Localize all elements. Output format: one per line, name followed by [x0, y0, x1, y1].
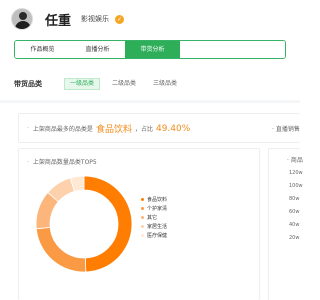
- chart-title: · 上架商品数量品类TOP5: [27, 157, 97, 166]
- legend-swatch: [141, 216, 144, 219]
- donut-slice-personal-care[interactable]: [35, 226, 87, 273]
- avatar[interactable]: [11, 8, 33, 30]
- top-category-summary: · 上架商品最多的品类是 食品饮料 ，占比 49.40%: [27, 122, 191, 136]
- live-sales-title: 直播销售: [275, 126, 300, 133]
- level1-category-chip[interactable]: 一级品类: [64, 78, 101, 90]
- legend-label: 个护家清: [147, 206, 168, 212]
- product-chart-title-text: 商品: [290, 157, 303, 164]
- donut-slice-food-beverage[interactable]: [83, 175, 133, 273]
- legend-label: 食品饮料: [147, 197, 168, 203]
- legend-swatch: [141, 225, 144, 228]
- legend-item[interactable]: 家居生活: [141, 222, 167, 231]
- live-sales-summary: · 直播销售: [272, 124, 300, 133]
- product-chart-title: · 商品: [287, 155, 303, 164]
- summary-mid: ，占比: [134, 126, 153, 133]
- tab-sales-analysis[interactable]: 带货分析: [125, 41, 180, 58]
- profile-name: 任重: [45, 13, 72, 29]
- profile-header: 任重 影视娱乐 ✓: [11, 6, 125, 32]
- top-category-name: 食品饮料: [95, 125, 132, 135]
- legend-swatch: [141, 207, 144, 210]
- level3-category-chip[interactable]: 三级品类: [148, 78, 182, 90]
- tab-bar: 作品概览 直播分析 带货分析: [14, 40, 286, 59]
- tab-bar-filler: [180, 41, 285, 58]
- y-tick-label: 120w: [289, 170, 303, 176]
- category-tag: 影视娱乐: [81, 15, 110, 23]
- y-tick-label: 100w: [289, 183, 303, 189]
- category-chart-panel: · 上架商品数量品类TOP5 食品饮料个护家清其它家居生活医疗保健: [18, 148, 260, 300]
- legend-label: 其它: [147, 215, 158, 221]
- bullet-icon: ·: [27, 159, 29, 166]
- category-filter-title: 带货品类: [14, 80, 42, 88]
- y-tick-label: 20w: [289, 235, 300, 241]
- category-donut-chart: [35, 175, 133, 273]
- legend-swatch: [141, 198, 144, 201]
- legend-label: 家居生活: [147, 224, 168, 230]
- summary-prefix: 上架商品最多的品类是: [32, 126, 93, 133]
- chart-title-text: 上架商品数量品类TOP5: [32, 159, 97, 166]
- tab-works-overview[interactable]: 作品概览: [15, 41, 70, 58]
- legend-label: 医疗保健: [147, 233, 168, 239]
- y-tick-label: 60w: [289, 209, 300, 215]
- legend-swatch: [141, 234, 144, 237]
- section-divider: [0, 100, 300, 103]
- y-tick-label: 80w: [289, 196, 300, 202]
- summary-panel: · 上架商品最多的品类是 食品饮料 ，占比 49.40% · 直播销售: [18, 113, 300, 143]
- top-category-percent: 49.40%: [155, 123, 191, 134]
- legend-item[interactable]: 其它: [141, 213, 167, 222]
- legend-item[interactable]: 医疗保健: [141, 231, 167, 240]
- bullet-icon: ·: [27, 125, 29, 132]
- check-badge-icon: ✓: [115, 14, 125, 24]
- tab-live-analysis[interactable]: 直播分析: [70, 41, 125, 58]
- legend-item[interactable]: 食品饮料: [141, 195, 167, 204]
- y-tick-label: 40w: [289, 222, 300, 228]
- category-filter: 带货品类 一级品类 二级品类 三级品类: [14, 77, 189, 91]
- chart-legend: 食品饮料个护家清其它家居生活医疗保健: [141, 195, 167, 240]
- level2-category-chip[interactable]: 二级品类: [107, 78, 141, 90]
- product-chart-panel: · 商品 120w 100w 80w 60w 40w 20w: [268, 148, 303, 300]
- legend-item[interactable]: 个护家清: [141, 204, 167, 213]
